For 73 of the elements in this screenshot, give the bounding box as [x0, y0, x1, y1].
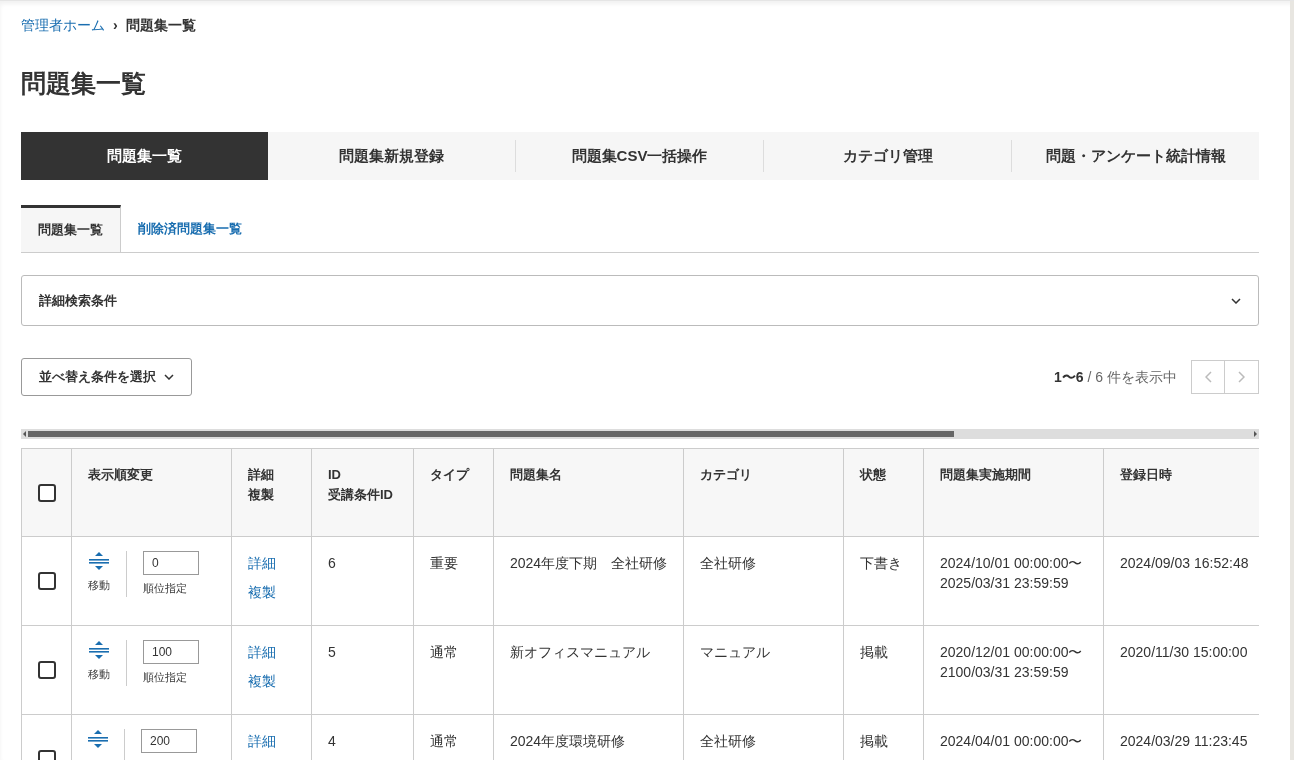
main-tab[interactable]: 問題集CSV一括操作	[515, 140, 763, 172]
reorder-icon[interactable]	[88, 729, 108, 749]
chevron-icon	[1231, 297, 1241, 304]
breadcrumb-separator: ›	[113, 16, 118, 35]
column-header: タイプ	[430, 466, 469, 484]
main-tab[interactable]: 問題集一覧	[21, 132, 268, 180]
table-cell: 重要	[430, 555, 458, 571]
search-conditions-panel[interactable]: 詳細検索条件	[21, 275, 1259, 326]
column-header: 登録日時	[1120, 466, 1172, 484]
sub-tab[interactable]: 削除済問題集一覧	[121, 205, 259, 252]
result-count: / 6 件を表示中	[1086, 367, 1177, 387]
checkbox[interactable]	[37, 483, 56, 502]
breadcrumb-link[interactable]: 管理者ホーム	[21, 15, 105, 36]
table-cell: 2024/03/29 11:23:45	[1120, 733, 1248, 749]
table-cell: 2024/09/03 16:52:48	[1120, 555, 1249, 571]
horizontal-scrollbar[interactable]	[21, 429, 1259, 439]
table-cell: 2024年度環境研修	[510, 733, 626, 749]
column-header: 問題集名	[510, 466, 562, 484]
table-cell-text: 2024/10/01 00:00:00〜	[940, 554, 1083, 573]
table-cell: 6	[328, 555, 336, 571]
main-tab[interactable]: カテゴリ管理	[763, 140, 1011, 172]
column-header: 詳細	[248, 466, 274, 484]
table-cell-text: 2020/12/01 00:00:00〜	[940, 643, 1083, 662]
table-cell: 2024年度下期 全社研修	[510, 555, 668, 571]
order-input[interactable]: 0	[143, 551, 199, 575]
table-cell-text: 2024/04/01 00:00:00〜	[940, 732, 1083, 751]
column-header: カテゴリ	[700, 466, 752, 484]
chevron-icon	[164, 374, 174, 380]
table-cell: 通常	[430, 644, 458, 660]
page-title: 問題集一覧	[21, 68, 147, 99]
table-cell: 掲載	[860, 644, 888, 660]
row-link[interactable]: 複製	[248, 582, 276, 603]
order-label: 順位指定	[143, 670, 188, 685]
row-link[interactable]: 複製	[248, 671, 276, 692]
table-cell: 全社研修	[700, 555, 756, 571]
column-header: 複製	[248, 486, 274, 504]
column-header: ID	[328, 466, 341, 484]
table-cell: 下書き	[860, 555, 902, 571]
panel-label: 詳細検索条件	[39, 291, 117, 310]
table-cell: 4	[328, 733, 336, 749]
table-cell: 掲載	[860, 733, 888, 749]
column-header: 表示順変更	[88, 466, 153, 484]
column-header: 受講条件ID	[328, 486, 393, 504]
chevron-left-icon	[1204, 371, 1212, 383]
table-cell-text: 2100/03/31 23:59:59	[940, 663, 1069, 682]
order-input[interactable]: 100	[143, 640, 199, 664]
reorder-icon[interactable]	[89, 640, 109, 660]
table-cell: 通常	[430, 733, 458, 749]
chevron-right-icon	[1238, 371, 1245, 383]
checkbox[interactable]	[37, 572, 56, 590]
row-link[interactable]: 詳細	[248, 731, 276, 752]
sort-button[interactable]: 並べ替え条件を選択	[21, 358, 192, 396]
sub-tab[interactable]: 問題集一覧	[21, 205, 121, 252]
main-tab[interactable]: 問題集新規登録	[268, 132, 515, 180]
move-label: 移動	[88, 578, 110, 593]
table-cell: 全社研修	[700, 733, 756, 749]
move-label: 移動	[88, 667, 110, 682]
table-cell: 新オフィスマニュアル	[510, 644, 650, 660]
result-range: 1〜6	[1054, 367, 1084, 387]
table-cell: 2020/11/30 15:00:00	[1120, 644, 1248, 660]
main-tab[interactable]: 問題・アンケート統計情報	[1011, 140, 1259, 172]
breadcrumb-current: 問題集一覧	[125, 16, 196, 35]
row-link[interactable]: 詳細	[248, 553, 276, 574]
order-input[interactable]: 200	[141, 729, 197, 753]
column-header: 状態	[860, 466, 886, 484]
column-header: 問題集実施期間	[940, 466, 1031, 484]
checkbox[interactable]	[37, 661, 56, 679]
table-cell: マニュアル	[700, 644, 770, 660]
reorder-icon[interactable]	[89, 551, 109, 571]
order-label: 順位指定	[143, 581, 188, 596]
table-cell-text: 2025/03/31 23:59:59	[940, 574, 1069, 593]
row-link[interactable]: 詳細	[248, 642, 276, 663]
table-cell: 5	[328, 644, 336, 660]
